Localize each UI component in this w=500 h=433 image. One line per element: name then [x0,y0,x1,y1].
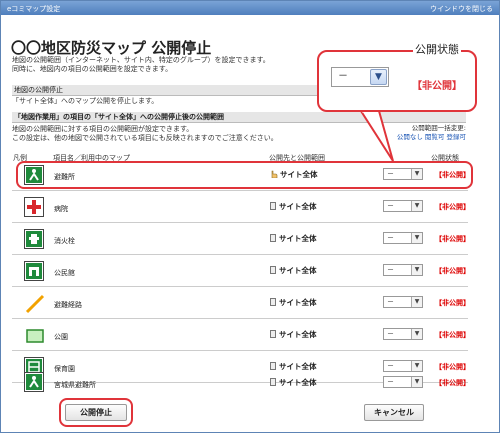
row-name: 公民館 [54,269,75,277]
row-scope-label: サイト全体 [279,378,317,387]
row-select-value: － [387,298,394,306]
document-icon [270,234,276,242]
row-status: 【非公開】 [435,267,470,275]
document-icon [270,202,276,210]
row-select-value: － [387,202,394,210]
row-status: 【非公開】 [435,235,470,243]
evacuation-route-icon [24,293,45,314]
divider [12,254,468,255]
table-row: 病院 サイト全体 － ▼ 【非公開】 [12,193,470,223]
intro-line-1: 地図の公開範囲（インターネット、サイト内、特定のグループ）を設定できます。 [12,56,270,64]
community-hall-icon [24,261,44,281]
row-name: 公園 [54,333,68,341]
window-title: eコミマップ設定 [7,5,61,13]
chevron-down-icon: ▼ [411,233,422,243]
divider [12,190,468,191]
divider [12,318,468,319]
row-scope: サイト全体 [270,233,317,244]
chevron-down-icon: ▼ [411,377,422,387]
row-scope: サイト全体 [270,377,317,388]
row-status: 【非公開】 [435,379,470,387]
row-select-value: － [387,234,394,242]
chevron-down-icon: ▼ [411,265,422,275]
chevron-down-icon: ▼ [370,69,387,85]
chevron-down-icon: ▼ [411,297,422,307]
section-desc-map-stop: 「サイト全体」へのマップ公開を停止します。 [12,97,159,105]
bulk-change: 公開範囲一括変更: 公開なし 閲覧可 登録可 [397,124,466,142]
table-row: 公民館 サイト全体 － ▼ 【非公開】 [12,257,470,287]
callout-title: 公開状態 [413,41,461,57]
section-heading-item-scope: 「地図作業用」の項目の「サイト全体」への公開停止後の公開範囲 [12,112,466,123]
chevron-down-icon: ▼ [411,329,422,339]
row-status: 【非公開】 [435,203,470,211]
row-scope-select[interactable]: － ▼ [383,328,423,340]
row-scope-label: サイト全体 [279,330,317,339]
cancel-button[interactable]: キャンセル [364,404,424,421]
divider [12,350,468,351]
row-scope-select[interactable]: － ▼ [383,296,423,308]
row-select-value: － [387,378,394,386]
section-desc-item-scope: 地図の公開範囲に対する項目の公開範囲が設定できます。 この設定は、他の地図で公開… [12,125,278,143]
chevron-down-icon: ▼ [411,201,422,211]
callout-status: 【非公開】 [412,81,462,92]
row-name: 宮城県避難所 [54,381,96,389]
bulk-link-register[interactable]: 登録可 [447,133,467,141]
row-scope-select[interactable]: － ▼ [383,264,423,276]
intro-text: 地図の公開範囲（インターネット、サイト内、特定のグループ）を設定できます。 同時… [12,56,270,74]
section-desc-line-1: 地図の公開範囲に対する項目の公開範囲が設定できます。 [12,125,194,133]
divider [12,222,468,223]
bulk-link-view[interactable]: 閲覧可 [425,133,445,141]
fire-hydrant-icon [24,229,44,249]
callout-select-value: － [338,71,348,82]
intro-line-2: 同時に、地図内の項目の公開範囲を設定できます。 [12,65,173,73]
row-status: 【非公開】 [435,299,470,307]
document-icon [270,298,276,306]
document-icon [270,378,276,386]
row-scope-select[interactable]: － ▼ [383,232,423,244]
table-row: 避難経路 サイト全体 － ▼ 【非公開】 [12,289,470,319]
table-row: 公園 サイト全体 － ▼ 【非公開】 [12,321,470,351]
table-row: 消火栓 サイト全体 － ▼ 【非公開】 [12,225,470,255]
hospital-icon [24,197,44,217]
row-scope-label: サイト全体 [279,202,317,211]
dialog-window: eコミマップ設定 ウインドウを閉じる 〇〇地区防災マップ 公開停止 地図の公開範… [0,0,500,433]
row-select-value: － [387,266,394,274]
row-name: 消火栓 [54,237,75,245]
bulk-change-label: 公開範囲一括変更: [411,124,466,132]
park-icon [24,325,44,345]
table-row: 宮城県避難所 サイト全体 － ▼ 【非公開】 [12,369,470,399]
status-callout: 公開状態 － ▼ 【非公開】 [317,41,477,112]
row-scope-label: サイト全体 [279,266,317,275]
bulk-link-private[interactable]: 公開なし [397,133,423,141]
row-select-value: － [387,330,394,338]
row-scope-select[interactable]: － ▼ [383,376,423,388]
row-scope: サイト全体 [270,201,317,212]
miyagi-shelter-icon [24,372,44,392]
row-scope-label: サイト全体 [279,234,317,243]
window-titlebar: eコミマップ設定 ウインドウを閉じる [1,1,499,15]
document-icon [270,330,276,338]
row-scope: サイト全体 [270,297,317,308]
close-window-link[interactable]: ウインドウを閉じる [430,4,493,14]
row-highlight [16,161,473,189]
section-desc-line-2: この設定は、他の地図で公開されている項目にも反映されますのでご注意ください。 [12,134,278,142]
row-name: 病院 [54,205,68,213]
row-scope-select[interactable]: － ▼ [383,200,423,212]
row-scope-label: サイト全体 [279,298,317,307]
row-scope: サイト全体 [270,265,317,276]
row-scope: サイト全体 [270,329,317,340]
row-name: 避難経路 [54,301,82,309]
callout-status-select[interactable]: － ▼ [331,67,389,87]
page-title: 〇〇地区防災マップ 公開停止 [11,39,212,57]
divider [12,286,468,287]
row-status: 【非公開】 [435,331,470,339]
document-icon [270,266,276,274]
stop-publish-button[interactable]: 公開停止 [65,404,127,421]
